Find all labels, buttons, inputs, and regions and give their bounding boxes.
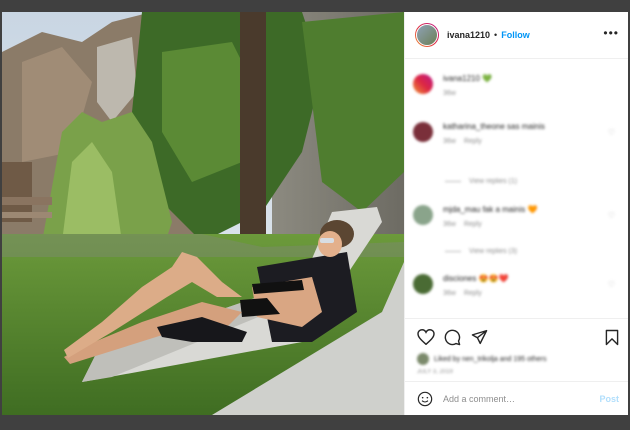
comment-time: 36w — [443, 221, 456, 228]
separator-dot: • — [494, 30, 498, 40]
reply-button[interactable]: Reply — [464, 221, 482, 228]
comments-list: ivana1210 💚 36w katharina_theone sas mai… — [405, 60, 628, 318]
profile-avatar-ring[interactable] — [415, 23, 439, 47]
follow-button[interactable]: Follow — [501, 30, 530, 40]
heart-icon[interactable]: ♡ — [608, 280, 615, 289]
post-header: ivana1210 • Follow ••• — [405, 12, 628, 59]
like-heart-icon[interactable] — [417, 329, 435, 345]
likes-text[interactable]: Liked by nen_trikolja and 195 others — [434, 356, 546, 363]
reply-button[interactable]: Reply — [464, 138, 482, 145]
username-link[interactable]: ivana1210 — [447, 30, 490, 40]
comment-item: katharina_theone sas mainis 36w Reply — [413, 122, 545, 145]
post-photo — [2, 12, 404, 415]
emoji-icon[interactable] — [417, 391, 433, 407]
comment-text: mjda_mau fak a mainis 🧡 — [443, 205, 538, 214]
side-panel: ivana1210 • Follow ••• ivana1210 💚 36w k… — [404, 12, 628, 415]
likes-summary[interactable]: Liked by nen_trikolja and 195 others — [417, 353, 546, 365]
heart-icon[interactable]: ♡ — [608, 211, 615, 220]
comment-input[interactable]: Add a comment… — [443, 394, 599, 404]
view-replies-button[interactable]: View replies (1) — [445, 178, 517, 185]
comment-time: 36w — [443, 138, 456, 145]
heart-icon[interactable]: ♡ — [608, 128, 615, 137]
view-replies-button[interactable]: View replies (3) — [445, 248, 517, 255]
avatar[interactable] — [413, 74, 433, 94]
avatar[interactable] — [413, 122, 433, 142]
reply-button[interactable]: Reply — [464, 290, 482, 297]
save-bookmark-icon[interactable] — [605, 329, 619, 346]
comment-item: disciones 😍😍❤️ 36w Reply — [413, 274, 508, 297]
post-modal: ivana1210 • Follow ••• ivana1210 💚 36w k… — [2, 12, 628, 415]
avatar — [417, 353, 429, 365]
comment-item: mjda_mau fak a mainis 🧡 36w Reply — [413, 205, 537, 228]
caption-time: 36w — [443, 90, 456, 97]
caption-item: ivana1210 💚 36w — [413, 74, 492, 97]
caption-emoji: 💚 — [482, 74, 493, 83]
comment-time: 36w — [443, 290, 456, 297]
comment-text: katharina_theone sas mainis — [443, 122, 545, 131]
comment-icon[interactable] — [444, 329, 461, 346]
post-button[interactable]: Post — [599, 394, 619, 404]
action-bar: Liked by nen_trikolja and 195 others JUL… — [405, 318, 628, 379]
post-date: JULY 3, 2019 — [417, 369, 453, 375]
avatar[interactable] — [416, 24, 438, 46]
comment-text: disciones 😍😍❤️ — [443, 274, 509, 283]
avatar[interactable] — [413, 274, 433, 294]
caption-username[interactable]: ivana1210 — [443, 74, 480, 83]
add-comment-bar: Add a comment… Post — [405, 381, 628, 415]
more-options-icon[interactable]: ••• — [603, 26, 619, 40]
avatar[interactable] — [413, 205, 433, 225]
share-icon[interactable] — [471, 329, 488, 345]
